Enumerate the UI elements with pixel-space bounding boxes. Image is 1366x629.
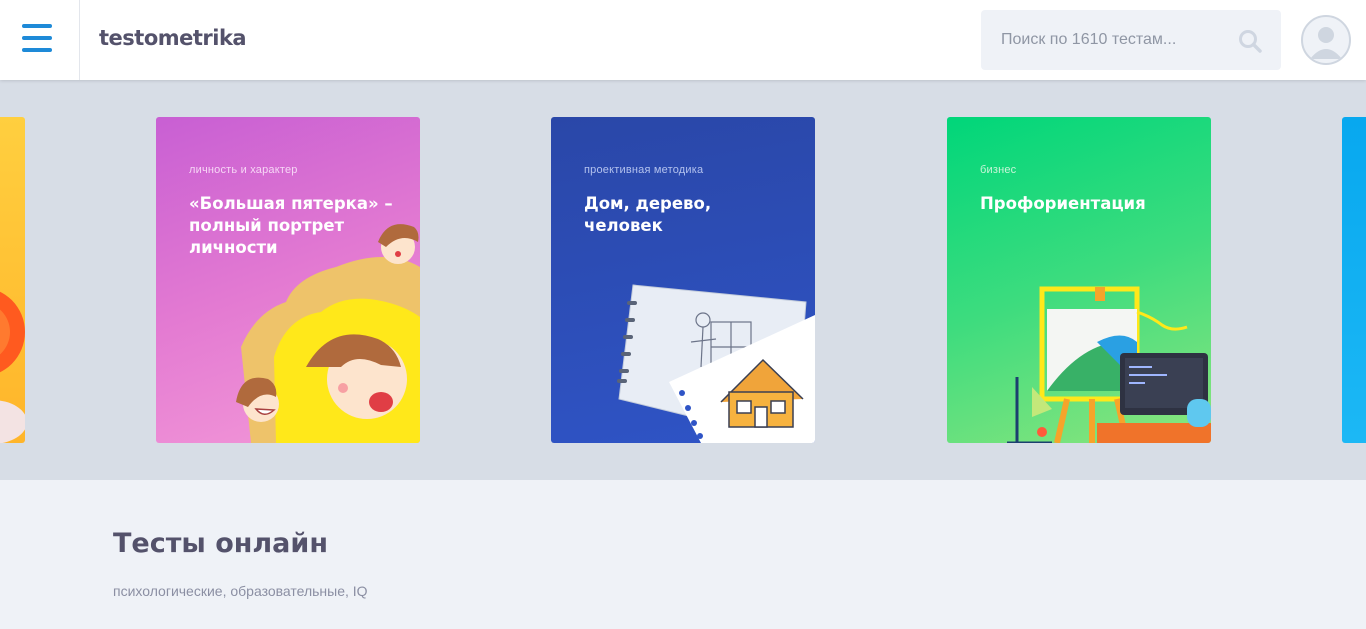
section-subtitle: психологические, образовательные, IQ	[113, 583, 368, 599]
card-illustration	[0, 291, 25, 443]
menu-button[interactable]	[0, 0, 80, 80]
menu-icon-line	[22, 36, 52, 40]
card-title: Профориентация	[980, 194, 1146, 213]
test-card-partial-left[interactable]	[0, 117, 25, 443]
search-icon[interactable]	[1237, 28, 1263, 54]
top-bar: testometrika	[0, 0, 1366, 80]
card-category: личность и характер	[189, 164, 298, 176]
test-card-big-five[interactable]: личность и характер «Большая пятерка» – …	[156, 117, 420, 443]
featured-tests-carousel: личность и характер «Большая пятерка» – …	[0, 80, 1366, 480]
menu-icon	[22, 24, 52, 28]
menu-icon-line	[22, 48, 52, 52]
card-category: проективная методика	[584, 164, 704, 176]
card-title: Дом, дерево, человек	[584, 194, 712, 235]
search-box	[981, 10, 1281, 70]
card-title: «Большая пятерка» – полный портрет лично…	[189, 194, 393, 257]
logo[interactable]: testometrika	[99, 26, 247, 50]
card-category: бизнес	[980, 164, 1017, 176]
test-card-house-tree-person[interactable]: проективная методика Дом, дерево, челове…	[551, 117, 815, 443]
test-card-career-guidance[interactable]: бизнес Профориентация	[947, 117, 1211, 443]
test-card-partial-right[interactable]	[1342, 117, 1366, 443]
user-avatar-icon[interactable]	[1301, 15, 1351, 65]
search-input[interactable]	[981, 10, 1231, 70]
section-title: Тесты онлайн	[113, 528, 328, 559]
